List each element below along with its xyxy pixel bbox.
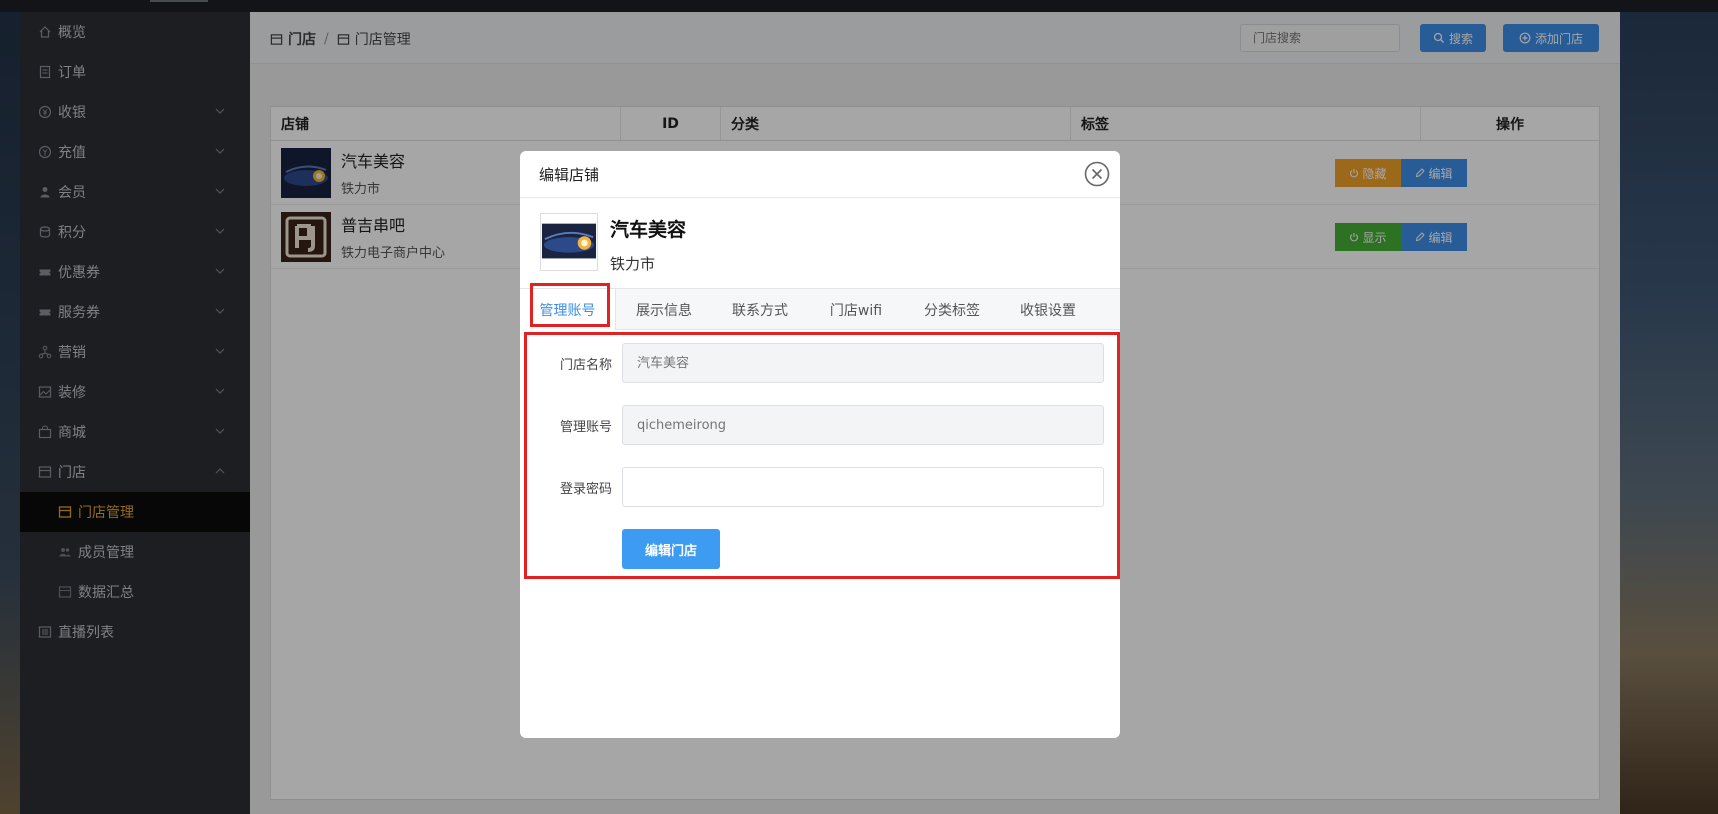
- modal-title: 编辑店铺: [539, 166, 600, 184]
- tab-category-tags[interactable]: 分类标签: [904, 289, 1000, 330]
- admin-account-label: 管理账号: [559, 420, 612, 435]
- password-label: 登录密码: [559, 482, 612, 497]
- admin-account-input[interactable]: [622, 405, 1104, 445]
- tab-admin-account[interactable]: 管理账号: [520, 289, 616, 330]
- close-icon[interactable]: [1083, 160, 1111, 188]
- edit-store-modal: 编辑店铺 汽车美容 铁力市 管理账号 展示信息 联系方式 门店wifi 分类标签…: [520, 151, 1120, 738]
- tab-cashier-settings[interactable]: 收银设置: [1000, 289, 1096, 330]
- tab-display-info[interactable]: 展示信息: [616, 289, 712, 330]
- edit-store-submit-button[interactable]: 编辑门店: [622, 529, 720, 569]
- modal-store-name: 汽车美容: [610, 219, 687, 241]
- modal-store-city: 铁力市: [610, 255, 656, 273]
- store-name-input[interactable]: [622, 343, 1104, 383]
- tab-contact[interactable]: 联系方式: [712, 289, 808, 330]
- tab-store-wifi[interactable]: 门店wifi: [808, 289, 904, 330]
- store-name-label: 门店名称: [559, 358, 612, 373]
- password-input[interactable]: [622, 467, 1104, 507]
- modal-tabs: 管理账号 展示信息 联系方式 门店wifi 分类标签 收银设置: [520, 288, 1120, 330]
- store-thumbnail: [540, 213, 598, 271]
- modal-divider: [520, 197, 1120, 198]
